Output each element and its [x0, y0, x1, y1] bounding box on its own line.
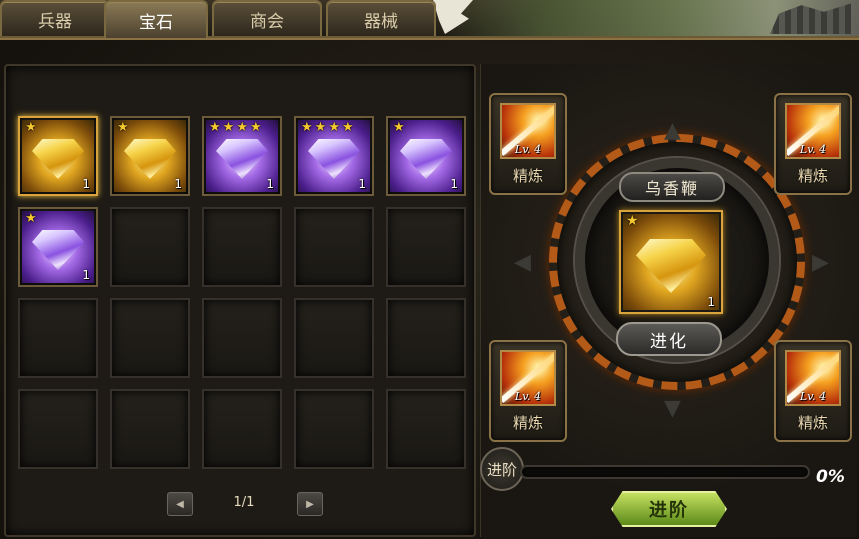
yellow-gem-slot[interactable]: ★ 1 — [110, 116, 190, 196]
ring-arrow-right-icon: ▶ — [812, 250, 829, 275]
next-page-button[interactable]: ▶ — [297, 492, 323, 516]
gem-stars: ★ ★ ★ ★ — [209, 121, 262, 134]
advance-button[interactable]: 进阶 — [611, 491, 727, 527]
top-bar: 兵器 宝石 商会 器械 — [0, 0, 859, 38]
empty-slot[interactable] — [202, 389, 282, 469]
gem-count: 1 — [707, 295, 715, 309]
star-icon: ★ — [25, 211, 37, 226]
purple-gem-slot[interactable]: ★ 1 — [386, 116, 466, 196]
refine-slot[interactable]: Lv. 4 精炼 — [489, 340, 567, 442]
purple-gem-slot[interactable]: ★ ★ ★ ★ 1 — [202, 116, 282, 196]
ring-arrow-up-icon: ▲ — [664, 118, 681, 143]
star-icon: ★ — [341, 120, 354, 135]
empty-slot[interactable] — [386, 298, 466, 378]
arrow-right-icon: ▶ — [306, 498, 314, 510]
socketed-gem[interactable]: ★ 1 — [619, 210, 723, 314]
tab-weapons[interactable]: 兵器 — [0, 0, 110, 36]
purple-gem-slot[interactable]: ★ ★ ★ ★ 1 — [294, 116, 374, 196]
gem-stars: ★ — [25, 121, 37, 134]
gem-stars: ★ — [117, 121, 129, 134]
tab-guild[interactable]: 商会 — [212, 0, 322, 36]
star-icon: ★ — [314, 120, 327, 135]
star-icon: ★ — [222, 120, 235, 135]
gem-count: 1 — [82, 177, 90, 191]
refine-slot[interactable]: Lv. 4 精炼 — [774, 340, 852, 442]
skill-level: Lv. 4 — [514, 143, 542, 156]
advance-progress-bar — [520, 465, 810, 479]
sword-slash-icon: Lv. 4 — [500, 350, 556, 406]
refine-label: 精炼 — [512, 167, 543, 185]
skill-level: Lv. 4 — [799, 390, 827, 403]
star-icon: ★ — [626, 213, 639, 229]
refine-label: 精炼 — [797, 167, 828, 185]
pagination: ◀ 1/1 ▶ — [167, 492, 323, 516]
purple-gem-slot[interactable]: ★ 1 — [18, 207, 98, 287]
gem-count: 1 — [266, 177, 274, 191]
empty-slot[interactable] — [294, 298, 374, 378]
refine-label: 精炼 — [797, 414, 828, 432]
star-icon: ★ — [249, 120, 262, 135]
progress-percent: 0% — [816, 467, 845, 487]
gem-stars: ★ — [393, 121, 405, 134]
skill-level: Lv. 4 — [514, 390, 542, 403]
prev-page-button[interactable]: ◀ — [167, 492, 193, 516]
star-icon: ★ — [209, 120, 221, 135]
ring-arrow-down-icon: ▼ — [664, 396, 681, 421]
empty-slot[interactable] — [110, 207, 190, 287]
empty-slot[interactable] — [18, 298, 98, 378]
sword-slash-icon: Lv. 4 — [500, 103, 556, 159]
tab-machinery[interactable]: 器械 — [326, 0, 436, 36]
star-icon: ★ — [236, 120, 248, 135]
evolve-button[interactable]: 进化 — [616, 322, 722, 356]
star-icon: ★ — [301, 120, 313, 135]
star-icon: ★ — [117, 120, 129, 135]
gem-count: 1 — [174, 177, 182, 191]
empty-slot[interactable] — [202, 298, 282, 378]
empty-slot[interactable] — [294, 207, 374, 287]
sword-slash-icon: Lv. 4 — [785, 350, 841, 406]
tab-gems[interactable]: 宝石 — [104, 0, 208, 38]
gem-count: 1 — [82, 268, 90, 282]
gem-count: 1 — [450, 177, 458, 191]
empty-slot[interactable] — [202, 207, 282, 287]
refine-label: 精炼 — [512, 414, 543, 432]
gem-stars: ★ — [626, 213, 639, 229]
equipment-name: 乌香鞭 — [619, 172, 725, 202]
star-icon: ★ — [328, 120, 340, 135]
gem-stars: ★ ★ ★ ★ — [301, 121, 354, 134]
refine-slot[interactable]: Lv. 4 精炼 — [489, 93, 567, 195]
arrow-left-icon: ◀ — [176, 498, 184, 510]
yellow-gem-slot[interactable]: ★ 1 — [18, 116, 98, 196]
empty-slot[interactable] — [386, 389, 466, 469]
ring-arrow-left-icon: ◀ — [514, 250, 531, 275]
star-icon: ★ — [393, 120, 405, 135]
star-icon: ★ — [25, 120, 37, 135]
refine-slot[interactable]: Lv. 4 精炼 — [774, 93, 852, 195]
empty-slot[interactable] — [110, 298, 190, 378]
sword-slash-icon: Lv. 4 — [785, 103, 841, 159]
empty-slot[interactable] — [18, 389, 98, 469]
page-indicator: 1/1 — [233, 495, 255, 510]
empty-slot[interactable] — [294, 389, 374, 469]
gem-count: 1 — [358, 177, 366, 191]
skill-level: Lv. 4 — [799, 143, 827, 156]
empty-slot[interactable] — [386, 207, 466, 287]
gem-stars: ★ — [25, 212, 37, 225]
empty-slot[interactable] — [110, 389, 190, 469]
advance-badge: 进阶 — [480, 447, 524, 491]
